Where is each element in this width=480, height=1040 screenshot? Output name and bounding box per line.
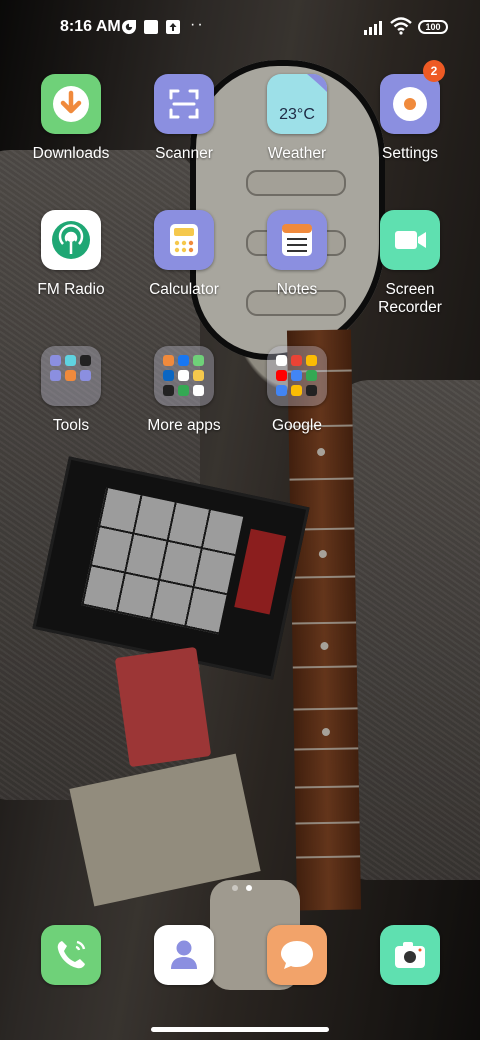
app-label: Downloads [32,145,110,162]
scanner-app[interactable]: Scanner [129,74,239,163]
downloads-icon [41,74,101,134]
calculator-app[interactable]: Calculator [129,210,239,299]
downloads-app[interactable]: Downloads [16,74,126,163]
app-label: Screen Recorder [378,281,442,316]
signal-icon [364,20,386,35]
app-label: FM Radio [37,281,105,298]
contacts-icon[interactable] [154,925,214,985]
app-label: Notes [276,281,318,298]
google-folder[interactable]: Google [242,346,352,435]
more-notifications-icon: ·· [190,16,205,33]
notification-badge: 2 [423,60,445,82]
clock: 8:16 AM [60,18,121,35]
screen-recorder-app[interactable]: Screen Recorder [355,210,465,317]
weather-icon: 23°C [267,74,327,134]
notes-icon [267,210,327,270]
app-label: More apps [147,417,221,434]
app-label: Weather [267,145,327,162]
folder-icon [41,346,101,406]
home-indicator[interactable] [151,1027,329,1032]
folder-icon [154,346,214,406]
scanner-icon [154,74,214,134]
messages-icon[interactable] [267,925,327,985]
battery-indicator: 100 [418,20,448,34]
assistant-icon [122,20,136,34]
wifi-icon [390,17,412,35]
video-camera-icon [380,210,440,270]
app-label: Tools [52,417,90,434]
gear-icon [380,74,440,134]
page-dot [232,885,238,891]
settings-app[interactable]: 2 Settings [355,60,465,163]
camera-icon[interactable] [380,925,440,985]
tools-folder[interactable]: Tools [16,346,126,435]
calculator-icon [154,210,214,270]
page-indicator [228,878,256,896]
notes-app[interactable]: Notes [242,210,352,299]
app-label: Settings [381,145,438,162]
app-label: Scanner [155,145,213,162]
page-dot-active [246,885,252,891]
more-apps-folder[interactable]: More apps [129,346,239,435]
weather-temp: 23°C [279,106,315,123]
square-notification-icon [144,20,158,34]
radio-icon [41,210,101,270]
phone-icon[interactable] [41,925,101,985]
weather-app[interactable]: 23°C Weather [242,74,352,163]
app-label: Calculator [149,281,219,298]
app-label: Google [272,417,322,434]
status-bar: 8:16 AM ·· 100 [0,0,480,56]
fm-radio-app[interactable]: FM Radio [16,210,126,299]
upload-icon [166,20,180,34]
folder-icon [267,346,327,406]
